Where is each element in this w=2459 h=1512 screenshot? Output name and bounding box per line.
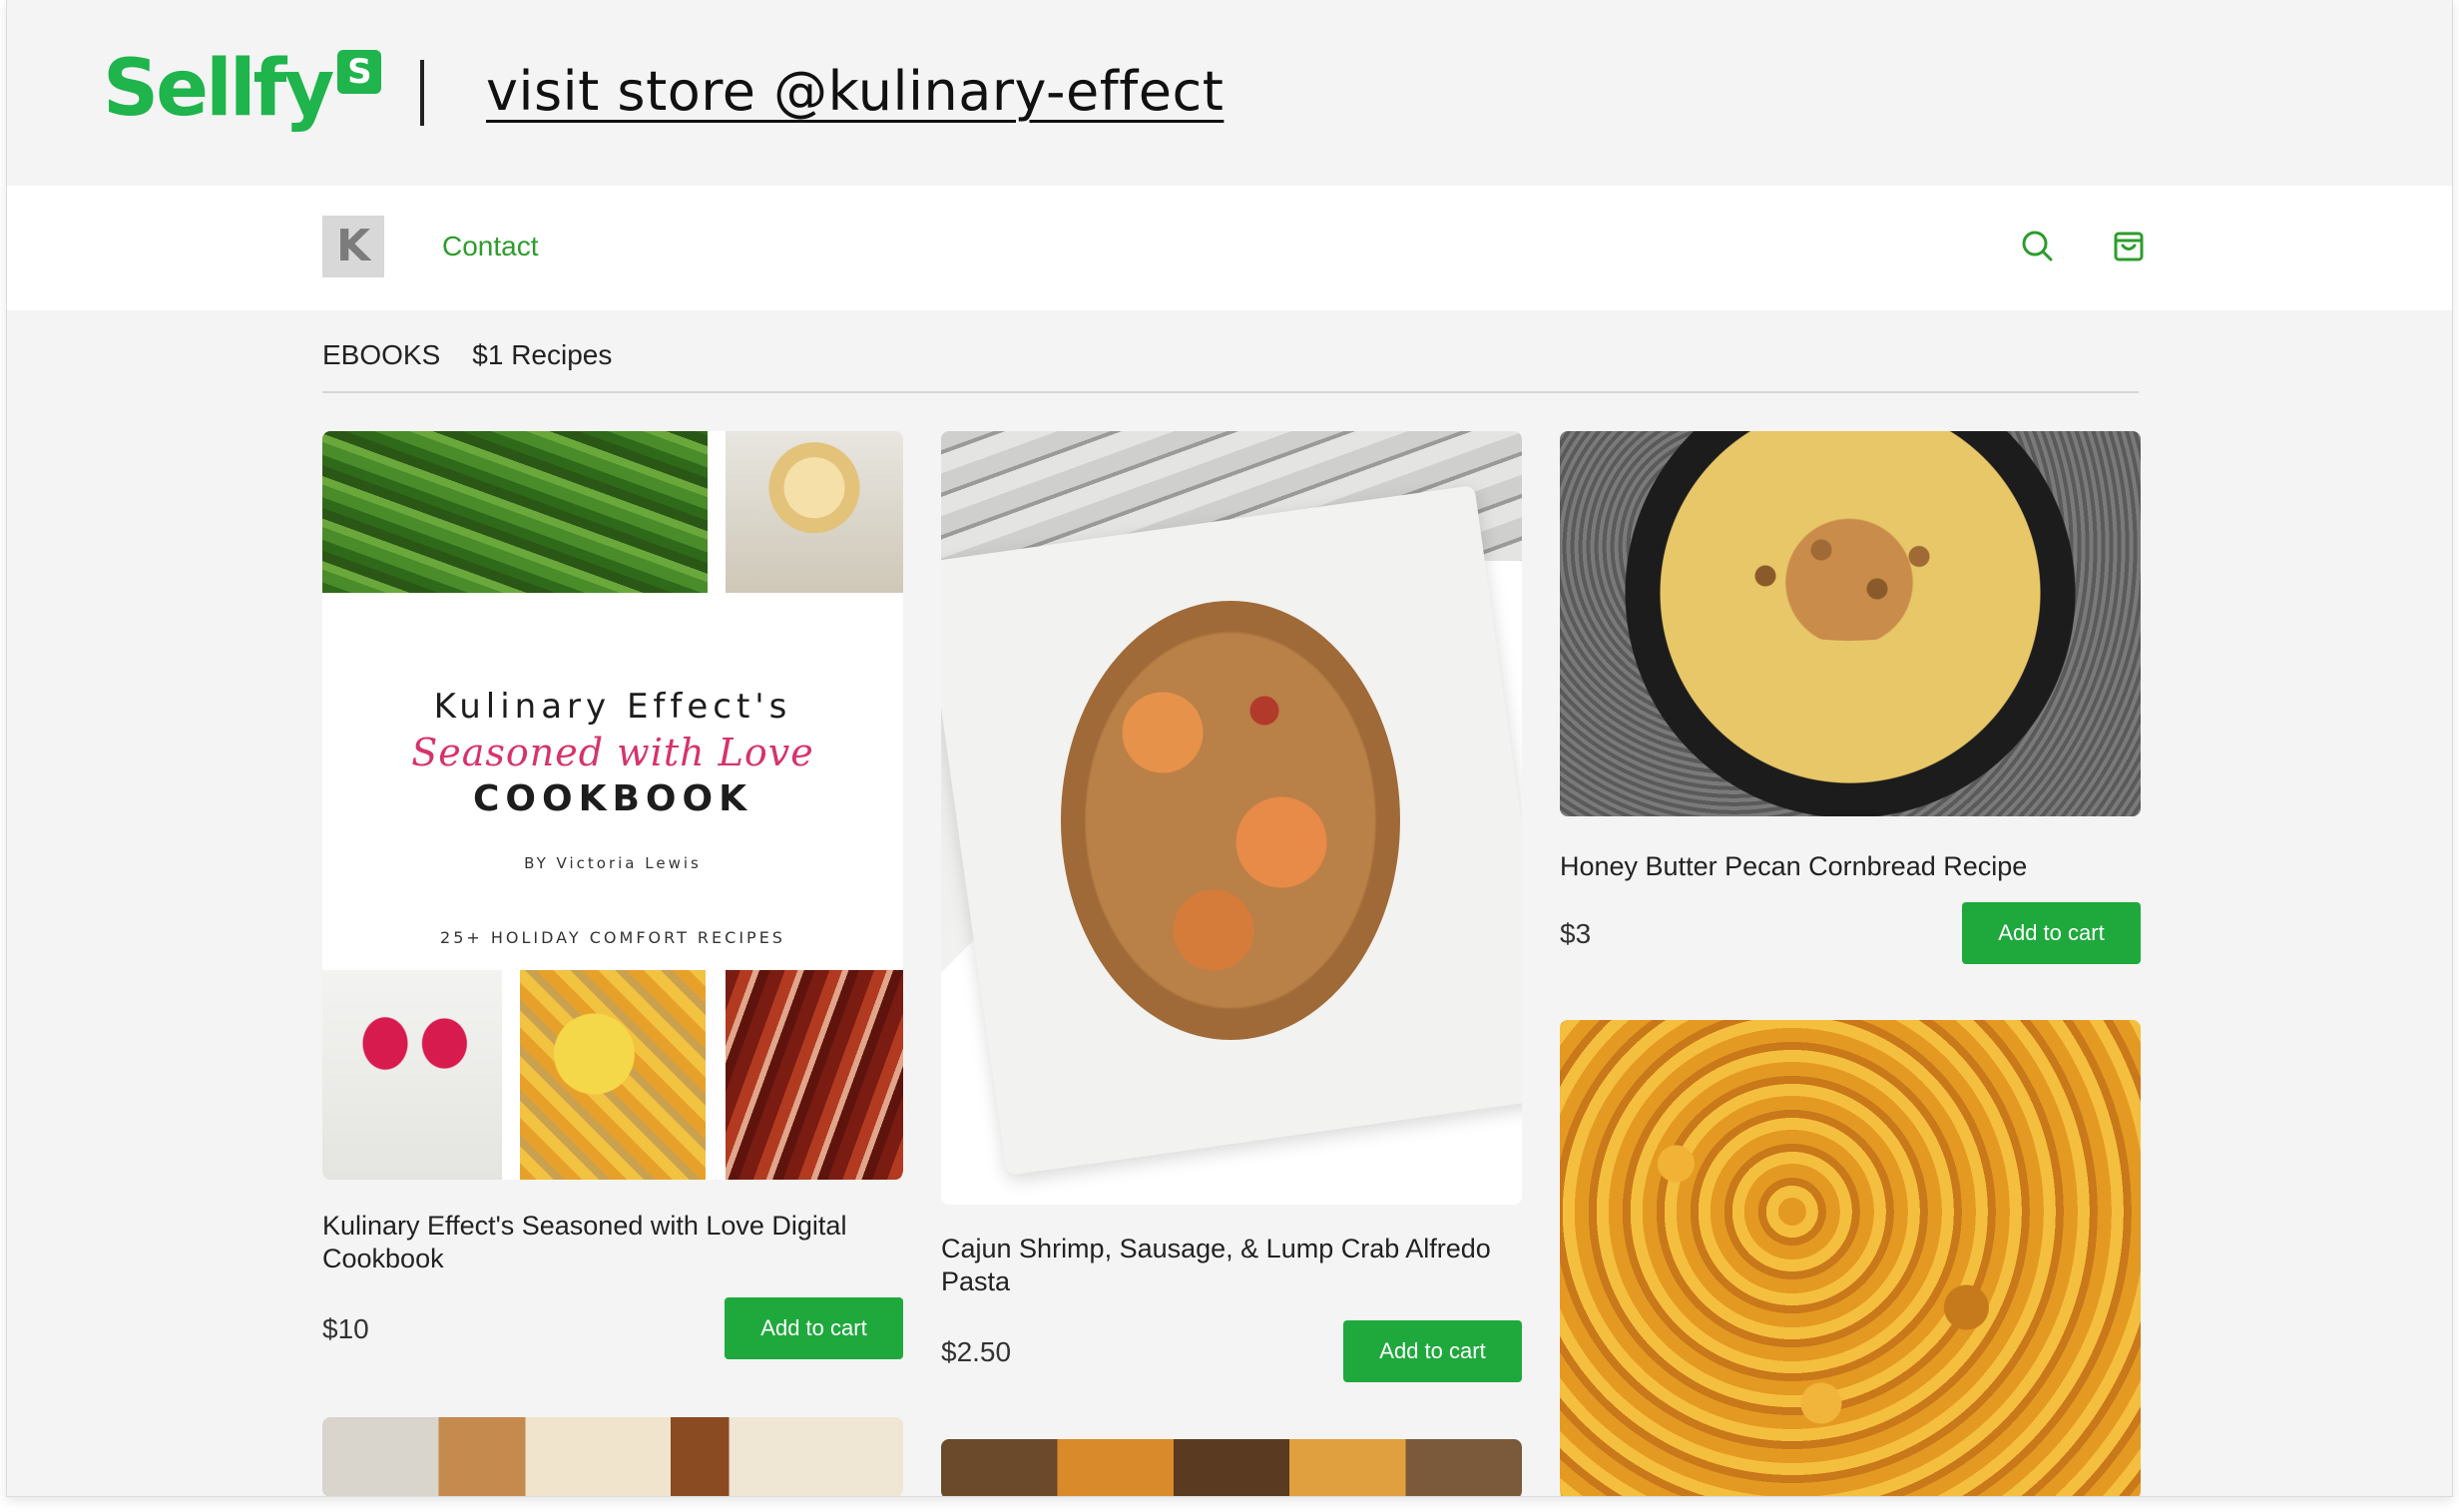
- pasta-food: [1061, 601, 1400, 1040]
- category-tabs: EBOOKS $1 Recipes: [322, 339, 612, 371]
- cover-title-line2: Seasoned with Love: [411, 731, 814, 774]
- sellfy-logo-text: Sellfy: [103, 44, 334, 134]
- sellfy-logo[interactable]: Sellfy S: [103, 44, 382, 134]
- cover-title-line1: Kulinary Effect's: [433, 687, 792, 727]
- category-divider: [322, 391, 2139, 393]
- product-image-partial-middle[interactable]: [941, 1439, 1522, 1496]
- product-title[interactable]: Kulinary Effect's Seasoned with Love Dig…: [322, 1210, 881, 1275]
- search-icon[interactable]: [2017, 226, 2057, 265]
- cocktail-photo: [322, 970, 502, 1180]
- pecan-topping: [1710, 511, 1989, 641]
- product-price: $10: [322, 1313, 369, 1344]
- product-price: $3: [1560, 918, 1592, 949]
- green-beans-photo: [322, 431, 708, 593]
- sellfy-banner: Sellfy S visit store @kulinary-effect: [7, 0, 2452, 186]
- product-image-pasta[interactable]: [941, 431, 1522, 1205]
- category-tab-ebooks[interactable]: EBOOKS: [322, 339, 440, 371]
- product-title[interactable]: Honey Butter Pecan Cornbread Recipe: [1560, 850, 2119, 883]
- product-card-cornbread[interactable]: Honey Butter Pecan Cornbread Recipe $3 A…: [1560, 431, 2141, 964]
- product-image-cookbook[interactable]: Kulinary Effect's Seasoned with Love COO…: [322, 431, 903, 1180]
- shopping-bag-icon[interactable]: [2109, 226, 2149, 265]
- product-title[interactable]: Cajun Shrimp, Sausage, & Lump Crab Alfre…: [941, 1233, 1500, 1298]
- browser-frame: Sellfy S visit store @kulinary-effect K …: [6, 0, 2453, 1497]
- visit-store-link[interactable]: visit store @kulinary-effect: [486, 60, 1224, 123]
- product-card-pasta[interactable]: Cajun Shrimp, Sausage, & Lump Crab Alfre…: [941, 431, 1522, 1382]
- product-image-mac-and-cheese[interactable]: [1560, 1020, 2141, 1496]
- product-image-partial-left[interactable]: [322, 1417, 903, 1496]
- sellfy-logo-badge: S: [337, 50, 382, 94]
- nav-contact-link[interactable]: Contact: [442, 231, 539, 262]
- bacon-photo: [726, 970, 903, 1180]
- category-tab-1-recipes[interactable]: $1 Recipes: [472, 339, 612, 371]
- product-price: $2.50: [941, 1336, 1012, 1367]
- add-to-cart-button[interactable]: Add to cart: [1343, 1320, 1522, 1382]
- store-avatar[interactable]: K: [322, 216, 384, 277]
- cover-tagline: 25+ HOLIDAY COMFORT RECIPES: [440, 928, 785, 947]
- product-card-cookbook[interactable]: Kulinary Effect's Seasoned with Love COO…: [322, 431, 903, 1359]
- add-to-cart-button[interactable]: Add to cart: [725, 1297, 903, 1359]
- cover-title-line3: COOKBOOK: [472, 778, 753, 819]
- cover-author: BY Victoria Lewis: [524, 854, 702, 872]
- add-to-cart-button[interactable]: Add to cart: [1962, 902, 2141, 964]
- banner-divider: [420, 60, 424, 126]
- product-image-cornbread[interactable]: [1560, 431, 2141, 816]
- store-navbar: K Contact: [7, 186, 2452, 310]
- casserole-photo: [520, 970, 706, 1180]
- banana-pudding-photo: [726, 431, 903, 593]
